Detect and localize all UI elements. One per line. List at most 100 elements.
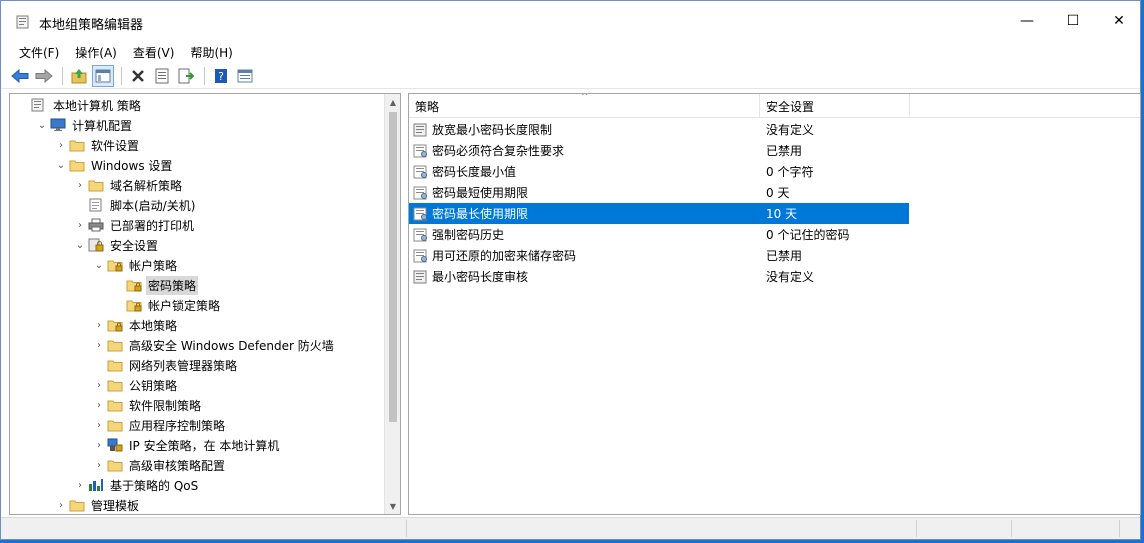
chevron-down-icon[interactable]: ⌄ bbox=[35, 118, 49, 132]
chevron-right-icon[interactable]: › bbox=[92, 418, 106, 432]
view-icon[interactable] bbox=[234, 65, 256, 87]
scroll-up-icon[interactable]: ▲ bbox=[385, 94, 400, 110]
close-button[interactable]: ✕ bbox=[1096, 1, 1142, 41]
tree-item[interactable]: › 高级审核策略配置 bbox=[92, 455, 227, 475]
status-segment bbox=[406, 520, 407, 537]
tree-item[interactable]: › 管理模板 bbox=[54, 495, 141, 514]
chevron-right-icon[interactable]: › bbox=[73, 218, 87, 232]
properties-icon[interactable] bbox=[151, 65, 173, 87]
chevron-right-icon[interactable]: › bbox=[54, 498, 68, 512]
policy-row[interactable]: 密码最短使用期限 0 天 bbox=[409, 182, 909, 203]
back-icon[interactable] bbox=[9, 65, 31, 87]
chevron-right-icon[interactable]: › bbox=[92, 338, 106, 352]
column-header-policy-label: 策略 bbox=[415, 99, 440, 114]
policy-cell: 放宽最小密码长度限制 bbox=[413, 121, 552, 138]
tree-item[interactable]: › 本地策略 bbox=[92, 315, 179, 335]
menu-view[interactable]: 查看(V) bbox=[125, 44, 183, 61]
policy-name: 密码必须符合复杂性要求 bbox=[432, 144, 565, 158]
security-setting-value: 10 天 bbox=[766, 207, 798, 221]
policy-row[interactable]: 强制密码历史 0 个记住的密码 bbox=[409, 224, 909, 245]
chevron-right-icon[interactable]: › bbox=[92, 318, 106, 332]
export-icon[interactable] bbox=[175, 65, 197, 87]
tree-item[interactable]: 脚本(启动/关机) bbox=[73, 195, 197, 215]
tree-pane: 本地计算机 策略 ⌄ 计算机配置 › 软件设置 ⌄ Windows 设置 › 域名解析策略 脚本(… bbox=[9, 93, 401, 515]
forward-icon[interactable] bbox=[33, 65, 55, 87]
tree-item[interactable]: ⌄ 计算机配置 bbox=[35, 115, 134, 135]
help-icon[interactable]: ? bbox=[210, 65, 232, 87]
tree-item[interactable]: › 公钥策略 bbox=[92, 375, 179, 395]
tree-item-label: 管理模板 bbox=[91, 498, 140, 513]
expander-placeholder bbox=[92, 358, 106, 372]
chevron-right-icon[interactable]: › bbox=[92, 378, 106, 392]
tree-item[interactable]: › 域名解析策略 bbox=[73, 175, 184, 195]
tree-item[interactable]: 本地计算机 策略 bbox=[16, 95, 143, 115]
policy-icon bbox=[413, 228, 429, 242]
policy-cell: 密码最短使用期限 bbox=[413, 184, 528, 201]
tree-item-label: 本地计算机 策略 bbox=[53, 98, 141, 113]
tree-item[interactable]: ⌄ 安全设置 bbox=[73, 235, 160, 255]
policy-row[interactable]: 最小密码长度审核 没有定义 bbox=[409, 266, 909, 287]
chevron-down-icon[interactable]: ⌄ bbox=[54, 158, 68, 172]
chevron-right-icon[interactable]: › bbox=[54, 138, 68, 152]
folder-icon bbox=[106, 417, 124, 433]
toolbar-separator bbox=[204, 66, 205, 85]
title-bar[interactable]: 本地组策略编辑器 — ☐ ✕ bbox=[1, 1, 1140, 41]
tree-item[interactable]: ⌄ 帐户策略 bbox=[92, 255, 179, 275]
policy-name: 密码最长使用期限 bbox=[432, 207, 529, 221]
delete-icon[interactable] bbox=[127, 65, 149, 87]
chevron-right-icon[interactable]: › bbox=[92, 438, 106, 452]
policy-row[interactable]: 密码最长使用期限 10 天 bbox=[409, 203, 909, 224]
menu-action[interactable]: 操作(A) bbox=[67, 44, 125, 61]
tree-item[interactable]: 帐户锁定策略 bbox=[111, 295, 222, 315]
tree-item[interactable]: › 基于策略的 QoS bbox=[73, 475, 200, 495]
expander-placeholder bbox=[73, 198, 87, 212]
tree-item-label: 应用程序控制策略 bbox=[129, 418, 226, 433]
menu-help[interactable]: 帮助(H) bbox=[182, 44, 240, 61]
expander-placeholder bbox=[111, 278, 125, 292]
column-header-setting-label: 安全设置 bbox=[766, 99, 815, 114]
tree-item[interactable]: › 高级安全 Windows Defender 防火墙 bbox=[92, 335, 336, 355]
maximize-button[interactable]: ☐ bbox=[1050, 1, 1096, 41]
tree-item[interactable]: ⌄ Windows 设置 bbox=[54, 155, 174, 175]
tree-item[interactable]: 网络列表管理器策略 bbox=[92, 355, 239, 375]
sort-ascending-icon: ^ bbox=[581, 93, 589, 102]
tree-item-label: 帐户策略 bbox=[129, 258, 178, 273]
group-policy-editor-window: 本地组策略编辑器 — ☐ ✕ 文件(F) 操作(A) 查看(V) 帮助(H) ?… bbox=[0, 0, 1141, 540]
up-folder-icon[interactable] bbox=[68, 65, 90, 87]
chevron-right-icon[interactable]: › bbox=[92, 458, 106, 472]
chevron-down-icon[interactable]: ⌄ bbox=[92, 258, 106, 272]
policy-cell: 最小密码长度审核 bbox=[413, 268, 528, 285]
menu-file[interactable]: 文件(F) bbox=[11, 44, 67, 61]
tree-item[interactable]: › 应用程序控制策略 bbox=[92, 415, 227, 435]
show-tree-icon[interactable] bbox=[92, 64, 114, 87]
security-icon bbox=[87, 237, 105, 253]
tree-item[interactable]: › IP 安全策略，在 本地计算机 bbox=[92, 435, 281, 455]
policy-row[interactable]: 放宽最小密码长度限制 没有定义 bbox=[409, 119, 909, 140]
computer-icon bbox=[49, 117, 67, 133]
chevron-down-icon[interactable]: ⌄ bbox=[73, 238, 87, 252]
list-header: 策略 ^ 安全设置 bbox=[409, 94, 1140, 118]
tree-item[interactable]: › 软件设置 bbox=[54, 135, 141, 155]
tree-scrollbar[interactable]: ▲ ▼ bbox=[384, 94, 400, 514]
column-header-policy[interactable]: 策略 ^ bbox=[409, 94, 760, 118]
minimize-button[interactable]: — bbox=[1004, 1, 1050, 41]
policy-row[interactable]: 密码长度最小值 0 个字符 bbox=[409, 161, 909, 182]
policy-row[interactable]: 用可还原的加密来储存密码 已禁用 bbox=[409, 245, 909, 266]
list-pane: 策略 ^ 安全设置 放宽最小密码长度限制 没有定义 密码必须符合复杂性要求 已禁用 密码… bbox=[408, 93, 1141, 515]
scroll-down-icon[interactable]: ▼ bbox=[385, 498, 400, 514]
tree-item[interactable]: 密码策略 bbox=[111, 275, 199, 295]
folder-icon bbox=[68, 137, 86, 153]
chevron-right-icon[interactable]: › bbox=[73, 178, 87, 192]
folder-icon bbox=[87, 177, 105, 193]
column-header-setting[interactable]: 安全设置 bbox=[760, 94, 910, 118]
scrollbar-thumb[interactable] bbox=[389, 112, 397, 422]
tree-item-label: 帐户锁定策略 bbox=[148, 298, 221, 313]
chart-icon bbox=[87, 477, 105, 493]
policy-cell: 用可还原的加密来储存密码 bbox=[413, 247, 576, 264]
chevron-right-icon[interactable]: › bbox=[92, 398, 106, 412]
chevron-right-icon[interactable]: › bbox=[73, 478, 87, 492]
policy-row[interactable]: 密码必须符合复杂性要求 已禁用 bbox=[409, 140, 909, 161]
tree-item[interactable]: › 软件限制策略 bbox=[92, 395, 203, 415]
policy-name: 密码长度最小值 bbox=[432, 165, 517, 179]
tree-item[interactable]: › 已部署的打印机 bbox=[73, 215, 196, 235]
